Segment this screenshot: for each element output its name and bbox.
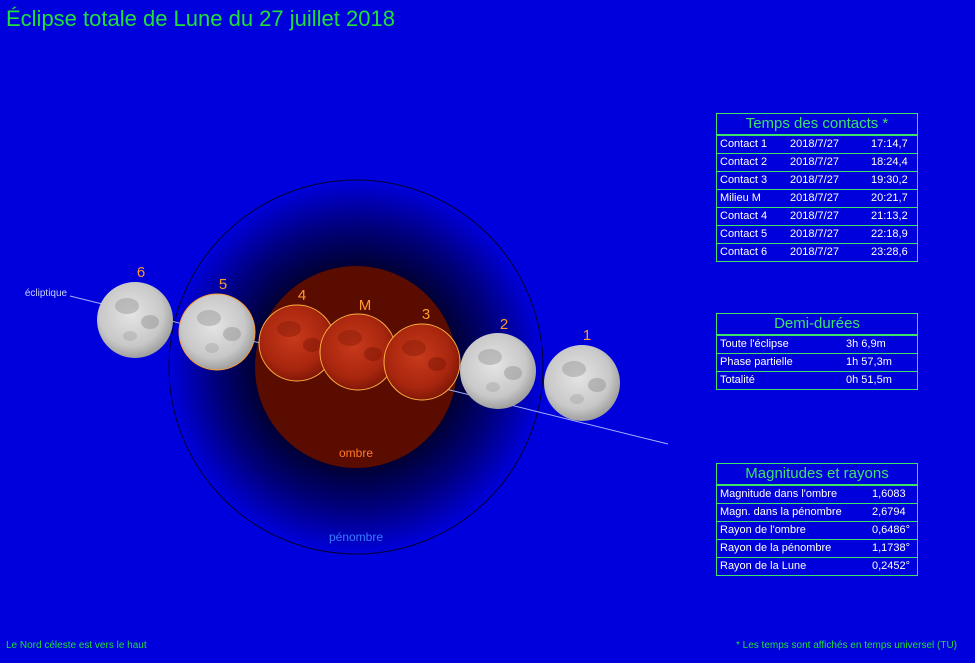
contact-time: 19:30,2 — [871, 174, 908, 186]
contact-name: Contact 6 — [720, 246, 768, 258]
magnitude-label: Magnitude dans l'ombre — [720, 488, 838, 500]
moon-label-6: 6 — [137, 264, 145, 281]
magnitude-value: 1,1738° — [872, 542, 911, 554]
magnitudes-table-header: Magnitudes et rayons — [717, 464, 917, 485]
table-row: Contact 4 2018/7/27 21:13,2 — [717, 207, 917, 225]
table-row: Magnitude dans l'ombre 1,6083 — [717, 485, 917, 503]
contact-time: 21:13,2 — [871, 210, 908, 222]
moon-position-5 — [178, 293, 256, 371]
magnitude-label: Rayon de l'ombre — [720, 524, 806, 536]
magnitude-label: Magn. dans la pénombre — [720, 506, 842, 518]
table-row: Toute l'éclipse 3h 6,9m — [717, 335, 917, 353]
table-row: Contact 3 2018/7/27 19:30,2 — [717, 171, 917, 189]
moon-position-6 — [97, 282, 173, 358]
contact-date: 2018/7/27 — [790, 246, 839, 258]
moon-label-1: 1 — [583, 327, 591, 344]
umbra-label: ombre — [339, 446, 373, 460]
duration-value: 3h 6,9m — [846, 338, 886, 350]
demi-durees-table: Demi-durées Toute l'éclipse 3h 6,9m Phase… — [716, 313, 918, 390]
moon-position-3 — [383, 323, 461, 401]
contacts-table-header: Temps des contacts * — [717, 114, 917, 135]
contacts-table: Temps des contacts * Contact 1 2018/7/27 1… — [716, 113, 918, 262]
magnitudes-table: Magnitudes et rayons Magnitude dans l'om… — [716, 463, 918, 576]
moon-position-2 — [460, 333, 536, 409]
moon-label-5: 5 — [219, 276, 227, 293]
table-row: Milieu M 2018/7/27 20:21,7 — [717, 189, 917, 207]
contact-name: Contact 2 — [720, 156, 768, 168]
contact-name: Milieu M — [720, 192, 761, 204]
contact-name: Contact 1 — [720, 138, 768, 150]
contact-date: 2018/7/27 — [790, 192, 839, 204]
contact-date: 2018/7/27 — [790, 210, 839, 222]
contact-time: 20:21,7 — [871, 192, 908, 204]
table-row: Phase partielle 1h 57,3m — [717, 353, 917, 371]
table-row: Rayon de la pénombre 1,1738° — [717, 539, 917, 557]
moon-label-m: M — [359, 297, 372, 314]
moon-label-2: 2 — [500, 316, 508, 333]
magnitude-value: 0,2452° — [872, 560, 911, 572]
moon-label-3: 3 — [422, 306, 430, 323]
table-row: Rayon de la Lune 0,2452° — [717, 557, 917, 575]
moon-label-4: 4 — [298, 287, 306, 304]
contact-date: 2018/7/27 — [790, 228, 839, 240]
magnitude-label: Rayon de la pénombre — [720, 542, 832, 554]
penumbra-label: pénombre — [329, 530, 383, 544]
contact-time: 22:18,9 — [871, 228, 908, 240]
moon-position-m — [319, 313, 397, 391]
table-row: Contact 1 2018/7/27 17:14,7 — [717, 135, 917, 153]
footer-north-note: Le Nord céleste est vers le haut — [6, 640, 147, 651]
contact-date: 2018/7/27 — [790, 174, 839, 186]
ecliptic-label: écliptique — [25, 288, 68, 299]
table-row: Contact 6 2018/7/27 23:28,6 — [717, 243, 917, 261]
demi-durees-table-header: Demi-durées — [717, 314, 917, 335]
duration-value: 0h 51,5m — [846, 374, 892, 386]
magnitude-value: 0,6486° — [872, 524, 911, 536]
table-row: Contact 5 2018/7/27 22:18,9 — [717, 225, 917, 243]
duration-value: 1h 57,3m — [846, 356, 892, 368]
table-row: Magn. dans la pénombre 2,6794 — [717, 503, 917, 521]
contact-time: 17:14,7 — [871, 138, 908, 150]
magnitude-label: Rayon de la Lune — [720, 560, 807, 572]
table-row: Totalité 0h 51,5m — [717, 371, 917, 389]
contact-time: 18:24,4 — [871, 156, 908, 168]
contact-date: 2018/7/27 — [790, 156, 839, 168]
contact-time: 23:28,6 — [871, 246, 908, 258]
footer-time-note: * Les temps sont affichés en temps unive… — [735, 640, 957, 651]
moon-position-1 — [544, 345, 620, 421]
duration-label: Toute l'éclipse — [720, 338, 789, 350]
duration-label: Phase partielle — [720, 356, 793, 368]
table-row: Contact 2 2018/7/27 18:24,4 — [717, 153, 917, 171]
magnitude-value: 2,6794 — [872, 506, 906, 518]
duration-label: Totalité — [720, 374, 755, 386]
eclipse-figure: Éclipse totale de Lune du 27 juillet 201… — [0, 0, 975, 663]
magnitude-value: 1,6083 — [872, 488, 906, 500]
contact-date: 2018/7/27 — [790, 138, 839, 150]
contact-name: Contact 4 — [720, 210, 768, 222]
contact-name: Contact 3 — [720, 174, 768, 186]
table-row: Rayon de l'ombre 0,6486° — [717, 521, 917, 539]
contact-name: Contact 5 — [720, 228, 768, 240]
